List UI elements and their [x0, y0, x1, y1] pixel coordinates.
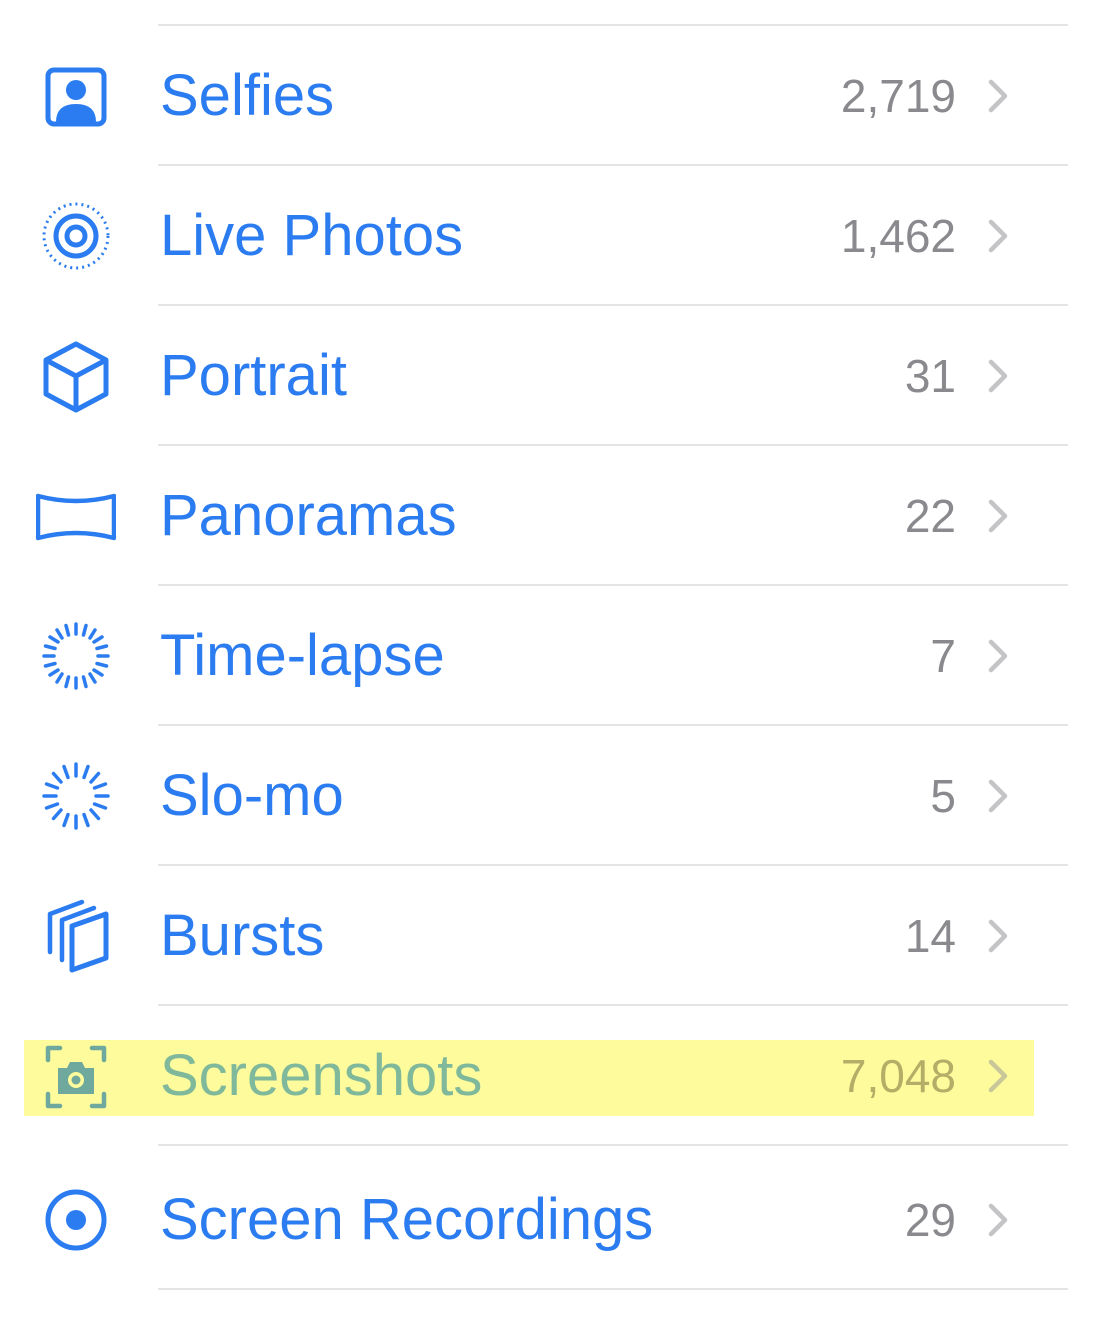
- list-item-slo-mo[interactable]: Slo-mo 5: [0, 726, 1116, 866]
- separator: [158, 1144, 1068, 1146]
- item-label: Bursts: [160, 903, 325, 968]
- chevron-right-icon: [986, 1202, 1010, 1238]
- panorama-icon: [36, 476, 116, 556]
- cube-icon: [36, 336, 116, 416]
- chevron-right-icon: [986, 638, 1010, 674]
- list-item-live-photos[interactable]: Live Photos 1,462: [0, 166, 1116, 306]
- item-label: Portrait: [160, 343, 347, 408]
- item-label: Screen Recordings: [160, 1187, 654, 1252]
- list-item-time-lapse[interactable]: Time-lapse 7: [0, 586, 1116, 726]
- item-count: 7,048: [840, 1050, 956, 1102]
- list-item-panoramas[interactable]: Panoramas 22: [0, 446, 1116, 586]
- item-count: 1,462: [840, 210, 956, 262]
- chevron-right-icon: [986, 498, 1010, 534]
- item-count: 5: [930, 770, 956, 822]
- list-item-portrait[interactable]: Portrait 31: [0, 306, 1116, 446]
- chevron-right-icon: [986, 218, 1010, 254]
- list-item-selfies[interactable]: Selfies 2,719: [0, 26, 1116, 166]
- selfie-icon: [36, 56, 116, 136]
- item-label: Screenshots: [160, 1043, 483, 1108]
- chevron-right-icon: [986, 1058, 1010, 1094]
- bursts-icon: [36, 896, 116, 976]
- item-count: 29: [904, 1194, 956, 1246]
- chevron-right-icon: [986, 78, 1010, 114]
- live-photo-icon: [36, 196, 116, 276]
- item-count: 2,719: [840, 70, 956, 122]
- chevron-right-icon: [986, 778, 1010, 814]
- chevron-right-icon: [986, 918, 1010, 954]
- screen-recording-icon: [36, 1180, 116, 1260]
- item-label: Panoramas: [160, 483, 457, 548]
- separator: [158, 1288, 1068, 1290]
- list-item-screenshots[interactable]: Screenshots 7,048: [0, 1006, 1116, 1146]
- slomo-icon: [36, 756, 116, 836]
- item-label: Selfies: [160, 63, 335, 128]
- chevron-right-icon: [986, 358, 1010, 394]
- item-count: 7: [930, 630, 956, 682]
- item-label: Live Photos: [160, 203, 464, 268]
- item-label: Time-lapse: [160, 623, 445, 688]
- item-count: 31: [904, 350, 956, 402]
- list-item-screen-recordings[interactable]: Screen Recordings 29: [0, 1150, 1116, 1290]
- timelapse-icon: [36, 616, 116, 696]
- item-count: 22: [904, 490, 956, 542]
- item-count: 14: [904, 910, 956, 962]
- screenshot-icon: [36, 1036, 116, 1116]
- list-item-bursts[interactable]: Bursts 14: [0, 866, 1116, 1006]
- item-label: Slo-mo: [160, 763, 344, 828]
